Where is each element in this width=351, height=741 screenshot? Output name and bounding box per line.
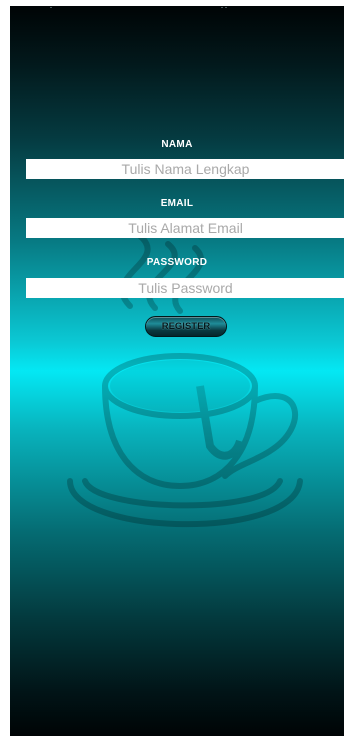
email-label: EMAIL: [160, 198, 194, 209]
register-button-label: REGISTER: [161, 321, 211, 332]
email-input[interactable]: [26, 218, 344, 238]
register-screen: NAMA EMAIL PASSWORD REGISTER: [10, 6, 344, 736]
password-label: PASSWORD: [146, 257, 208, 268]
status-bar: [10, 6, 344, 12]
register-button[interactable]: REGISTER: [145, 316, 227, 337]
nama-label: NAMA: [161, 139, 193, 150]
nama-input[interactable]: [26, 159, 344, 179]
password-input[interactable]: [26, 278, 344, 298]
